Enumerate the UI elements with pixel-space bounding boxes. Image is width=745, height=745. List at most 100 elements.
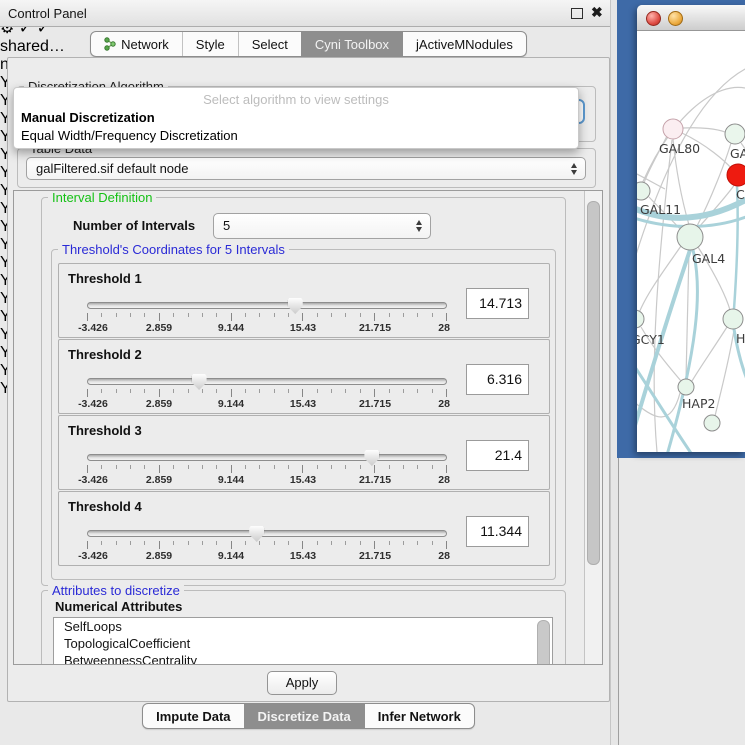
threshold-slider[interactable]: -3.4262.8599.14415.4321.71528: [87, 526, 447, 562]
network-node-label: H: [736, 331, 745, 346]
tick-mark: [87, 389, 88, 397]
attribute-item[interactable]: BetweennessCentrality: [54, 652, 552, 665]
close-traffic-light[interactable]: [646, 11, 661, 26]
tick-mark: [274, 541, 275, 545]
tab-label: Select: [252, 37, 288, 52]
threshold-label: Threshold 1: [68, 271, 142, 286]
tick-mark: [101, 389, 102, 393]
minimize-traffic-light[interactable]: [668, 11, 683, 26]
network-node-hap2[interactable]: [678, 379, 694, 395]
threshold-row: Threshold 1 -3.4262.8599.14415.4321.71528…: [58, 263, 550, 338]
tick-mark: [374, 313, 375, 321]
tick-mark: [245, 313, 246, 317]
threshold-value-field[interactable]: 11.344: [466, 516, 529, 547]
attribute-item[interactable]: TopologicalCoefficient: [54, 635, 552, 652]
vertical-scrollbar[interactable]: [584, 191, 602, 664]
tick-mark: [403, 389, 404, 393]
attribute-item[interactable]: SelfLoops: [54, 618, 552, 635]
slider-thumb[interactable]: [364, 450, 379, 466]
network-node-gal11[interactable]: [637, 182, 650, 200]
tick-mark: [331, 541, 332, 545]
interval-definition-title: Interval Definition: [48, 190, 156, 205]
bottom-tab-group: Impute Data Discretize DataInfer Network: [142, 703, 475, 729]
stepper-icon: [571, 163, 577, 175]
tick-mark: [446, 389, 447, 397]
network-window-titlebar[interactable]: [637, 5, 745, 31]
table-data-value: galFiltered.sif default node: [36, 158, 188, 179]
tab-impute-data[interactable]: Impute Data: [143, 704, 243, 728]
axis-label: 28: [438, 322, 450, 334]
tick-mark: [202, 541, 203, 545]
threshold-value-field[interactable]: 21.4: [466, 440, 529, 471]
numerical-attributes-label: Numerical Attributes: [55, 599, 182, 614]
tick-mark: [274, 465, 275, 469]
tick-mark: [245, 541, 246, 545]
tick-mark: [302, 313, 303, 321]
numerical-attributes-list[interactable]: SelfLoopsTopologicalCoefficientBetweenne…: [53, 617, 553, 665]
control-panel-titlebar: Control Panel ✖: [0, 0, 617, 27]
axis-label: 15.43: [290, 322, 316, 334]
network-node-c[interactable]: [727, 164, 745, 186]
slider-track[interactable]: [87, 378, 447, 385]
tab-select[interactable]: Select: [238, 32, 301, 56]
slider-thumb[interactable]: [192, 374, 207, 390]
tick-mark: [417, 465, 418, 469]
threshold-slider[interactable]: -3.4262.8599.14415.4321.71528: [87, 298, 447, 334]
number-of-intervals-label: Number of Intervals: [73, 218, 195, 233]
popup-option-manual-discretization[interactable]: Manual Discretization: [21, 110, 155, 125]
network-canvas[interactable]: GAL80GACGAL11GAL4GCY1HHAP2: [637, 31, 745, 452]
tick-mark: [144, 313, 145, 317]
slider-thumb[interactable]: [288, 298, 303, 314]
float-window-icon[interactable]: [571, 8, 583, 19]
threshold-label: Threshold 2: [68, 347, 142, 362]
tick-mark: [231, 313, 232, 321]
tick-mark: [259, 313, 260, 317]
tab-style[interactable]: Style: [182, 32, 238, 56]
tab-cyni-toolbox[interactable]: Cyni Toolbox: [301, 32, 402, 56]
popup-option-equal-width-frequency[interactable]: Equal Width/Frequency Discretization: [21, 128, 238, 143]
network-node[interactable]: [704, 415, 720, 431]
threshold-slider[interactable]: -3.4262.8599.14415.4321.71528: [87, 450, 447, 486]
tick-mark: [116, 389, 117, 393]
network-node-gcy1[interactable]: [637, 310, 644, 328]
axis-label: 9.144: [218, 398, 244, 410]
axis-label: 15.43: [290, 398, 316, 410]
vertical-scrollbar-thumb[interactable]: [587, 201, 600, 565]
list-scrollbar-thumb[interactable]: [537, 620, 550, 665]
threshold-value-field[interactable]: 6.316: [466, 364, 529, 395]
threshold-row: Threshold 2-3.4262.8599.14415.4321.71528…: [58, 339, 550, 414]
network-node-ga[interactable]: [725, 124, 745, 144]
tab-label: Impute Data: [156, 709, 230, 724]
table-data-combobox[interactable]: galFiltered.sif default node: [26, 157, 586, 180]
tab-jactivemnodules[interactable]: jActiveMNodules: [402, 32, 526, 56]
axis-label: 9.144: [218, 550, 244, 562]
slider-track[interactable]: [87, 530, 447, 537]
number-of-intervals-combobox[interactable]: 5: [213, 213, 431, 239]
attributes-title: Attributes to discretize: [48, 583, 184, 598]
network-node-h[interactable]: [723, 309, 743, 329]
tab-infer-network[interactable]: Infer Network: [364, 704, 474, 728]
network-edge: [715, 330, 734, 416]
tab-network[interactable]: Network: [91, 32, 182, 56]
slider-track[interactable]: [87, 454, 447, 461]
threshold-slider[interactable]: -3.4262.8599.14415.4321.71528: [87, 374, 447, 410]
tick-mark: [446, 541, 447, 549]
apply-button[interactable]: Apply: [267, 671, 337, 695]
settings-scroll-viewport: Interval Definition Number of Intervals …: [13, 190, 603, 665]
tick-mark: [188, 465, 189, 469]
threshold-value-field[interactable]: 14.713: [466, 288, 529, 319]
slider-thumb[interactable]: [249, 526, 264, 542]
close-icon[interactable]: ✖: [591, 4, 603, 21]
tick-mark: [432, 313, 433, 317]
network-node-label: GCY1: [637, 332, 665, 347]
zoom-traffic-light[interactable]: [690, 11, 703, 24]
tick-mark: [216, 541, 217, 545]
tick-mark: [130, 389, 131, 393]
network-node-gal4[interactable]: [677, 224, 703, 250]
tick-mark: [173, 313, 174, 317]
tick-mark: [231, 465, 232, 473]
network-node-gal80[interactable]: [663, 119, 683, 139]
slider-ticks: [87, 389, 447, 397]
tab-discretize-data[interactable]: Discretize Data: [244, 704, 364, 728]
slider-track[interactable]: [87, 302, 447, 309]
